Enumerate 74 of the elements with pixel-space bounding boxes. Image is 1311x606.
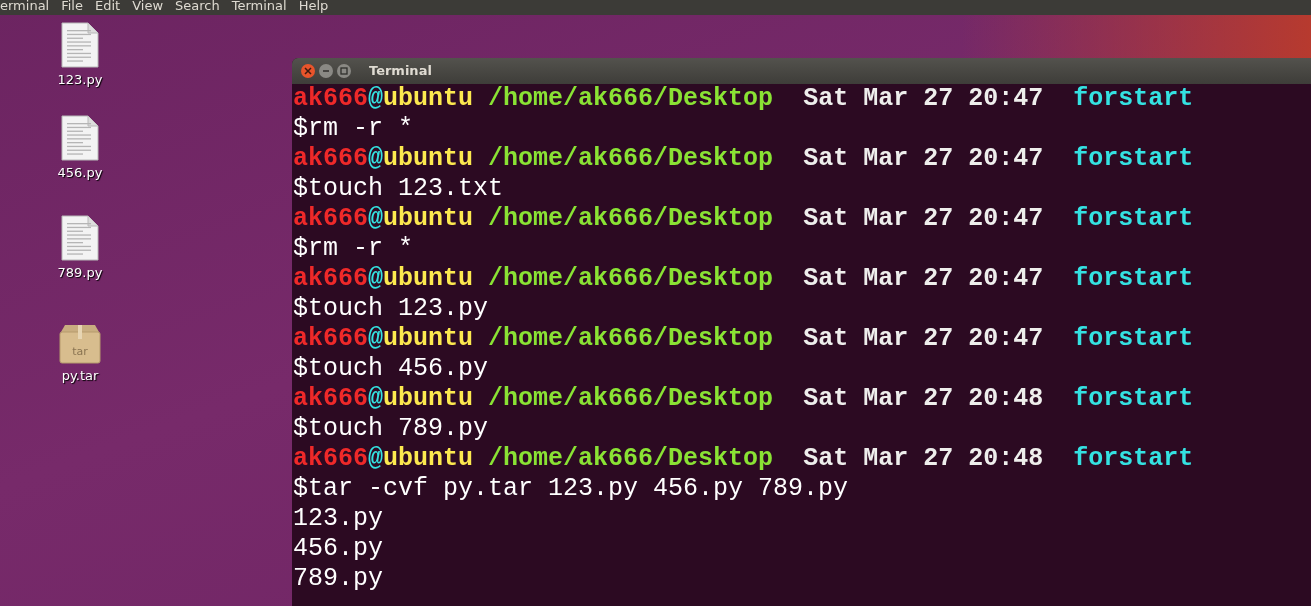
- document-icon[interactable]: [61, 115, 99, 161]
- close-button[interactable]: [301, 64, 315, 78]
- menu-item[interactable]: erminal: [0, 0, 50, 15]
- prompt-user: ak666: [293, 84, 368, 113]
- prompt-path: /home/ak666/Desktop: [488, 264, 774, 293]
- menu-item[interactable]: Search: [175, 0, 220, 15]
- document-icon[interactable]: [61, 215, 99, 261]
- command-line: $tar -cvf py.tar 123.py 456.py 789.py: [293, 474, 849, 504]
- prompt-tag: forstart: [1073, 384, 1194, 413]
- prompt-tag: forstart: [1073, 444, 1194, 473]
- prompt-tag: forstart: [1073, 324, 1194, 353]
- prompt-date: Sat Mar 27 20:47: [803, 84, 1044, 113]
- prompt-path: /home/ak666/Desktop: [488, 84, 774, 113]
- minimize-button[interactable]: [319, 64, 333, 78]
- file-name: 789.py: [57, 264, 103, 282]
- minimize-icon: [322, 67, 330, 75]
- command-line: $touch 123.py: [293, 294, 489, 324]
- prompt-separator: @: [368, 324, 384, 353]
- prompt-date: Sat Mar 27 20:47: [803, 324, 1044, 353]
- command-line: $rm -r *: [293, 234, 414, 264]
- prompt-date: Sat Mar 27 20:48: [803, 384, 1044, 413]
- prompt-tag: forstart: [1073, 264, 1194, 293]
- output-line: 456.py: [293, 534, 383, 564]
- menu-item[interactable]: Terminal: [231, 0, 287, 15]
- output-line: 123.py: [293, 504, 383, 534]
- window-title: Terminal: [369, 62, 432, 81]
- close-icon: [304, 67, 312, 75]
- prompt-user: ak666: [293, 144, 368, 173]
- command-line: $touch 456.py: [293, 354, 489, 384]
- prompt-tag: forstart: [1073, 204, 1194, 233]
- prompt-separator: @: [368, 144, 384, 173]
- command-line: $rm -r *: [293, 114, 414, 144]
- menu-item[interactable]: Edit: [95, 0, 121, 15]
- output-line: 789.py: [293, 564, 383, 594]
- prompt-user: ak666: [293, 444, 368, 473]
- prompt-separator: @: [368, 204, 384, 233]
- prompt-date: Sat Mar 27 20:47: [803, 144, 1044, 173]
- prompt-host: ubuntu: [383, 324, 474, 353]
- prompt-separator: @: [368, 264, 384, 293]
- prompt-path: /home/ak666/Desktop: [488, 384, 774, 413]
- maximize-button[interactable]: [337, 64, 351, 78]
- maximize-icon: [340, 67, 348, 75]
- file-name: 123.py: [57, 71, 103, 89]
- prompt-date: Sat Mar 27 20:48: [803, 444, 1044, 473]
- prompt-host: ubuntu: [383, 264, 474, 293]
- prompt-date: Sat Mar 27 20:47: [803, 264, 1044, 293]
- prompt-user: ak666: [293, 324, 368, 353]
- prompt-host: ubuntu: [383, 444, 474, 473]
- file-name: 456.py: [57, 164, 103, 182]
- prompt-path: /home/ak666/Desktop: [488, 324, 774, 353]
- file-name: py.tar: [61, 367, 99, 385]
- prompt-path: /home/ak666/Desktop: [488, 144, 774, 173]
- prompt-separator: @: [368, 84, 384, 113]
- prompt-tag: forstart: [1073, 84, 1194, 113]
- menu-item[interactable]: File: [61, 0, 83, 15]
- prompt-path: /home/ak666/Desktop: [488, 204, 774, 233]
- command-line: $touch 789.py: [293, 414, 489, 444]
- prompt-user: ak666: [293, 264, 368, 293]
- prompt-separator: @: [368, 384, 384, 413]
- prompt-host: ubuntu: [383, 84, 474, 113]
- prompt-path: /home/ak666/Desktop: [488, 444, 774, 473]
- prompt-separator: @: [368, 444, 384, 473]
- menu-item[interactable]: Help: [298, 0, 329, 15]
- document-icon[interactable]: [61, 22, 99, 68]
- prompt-host: ubuntu: [383, 204, 474, 233]
- archive-label: tar: [71, 344, 89, 360]
- prompt-host: ubuntu: [383, 384, 474, 413]
- menu-item[interactable]: View: [132, 0, 164, 15]
- command-line: $touch 123.txt: [293, 174, 504, 204]
- prompt-tag: forstart: [1073, 144, 1194, 173]
- prompt-user: ak666: [293, 204, 368, 233]
- prompt-date: Sat Mar 27 20:47: [803, 204, 1044, 233]
- prompt-host: ubuntu: [383, 144, 474, 173]
- prompt-user: ak666: [293, 384, 368, 413]
